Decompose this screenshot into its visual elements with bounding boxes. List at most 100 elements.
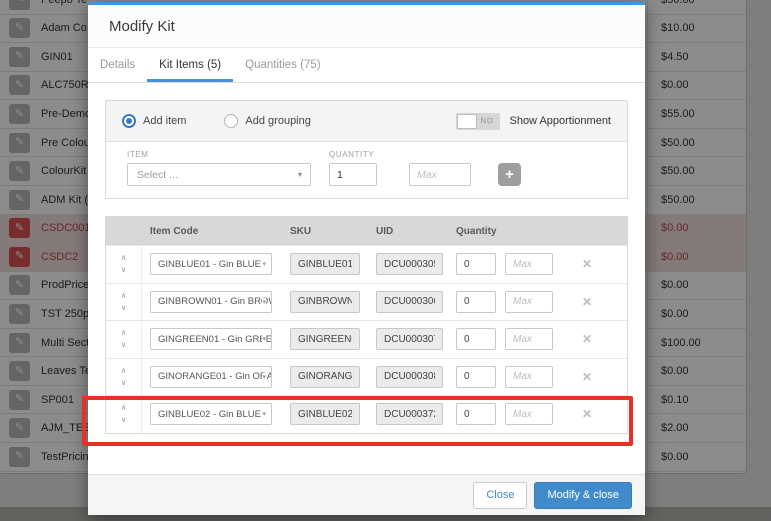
move-up-icon[interactable]: ∧ — [117, 252, 131, 264]
quantity-input[interactable] — [456, 328, 496, 351]
add-item-form: ITEM Select ... ▾ QUANTITY + — [106, 142, 627, 198]
max-input[interactable] — [505, 253, 553, 276]
plus-icon: + — [505, 166, 514, 183]
move-up-icon[interactable]: ∧ — [117, 327, 131, 339]
toggle-knob[interactable] — [457, 113, 478, 129]
remove-item-icon[interactable]: ✕ — [579, 332, 595, 346]
uid-input[interactable] — [376, 290, 443, 313]
item-code-select[interactable]: GINBLUE02 - Gin BLUE ▾ — [150, 403, 272, 426]
modify-kit-modal: Modify Kit Details Kit Items (5) Quantit… — [88, 2, 645, 515]
radio-add-item-label: Add item — [143, 115, 187, 127]
add-item-panel: Add item Add grouping NO Show Apportionm… — [105, 100, 628, 199]
screen: ✎ Peepo Te $50.00 ✎ Adam Co $10.00 ✎ GIN… — [0, 0, 771, 521]
close-button[interactable]: Close — [473, 481, 528, 509]
header-item-code: Item Code — [150, 225, 199, 237]
uid-input[interactable] — [376, 403, 443, 426]
item-code-select[interactable]: GINBROWN01 - Gin BROWN ▾ — [150, 290, 272, 313]
sku-input[interactable] — [290, 328, 360, 351]
item-code-select[interactable]: GINGREEN01 - Gin GREEN ▾ — [150, 328, 272, 351]
radio-add-grouping[interactable]: Add grouping — [224, 114, 311, 128]
sku-input[interactable] — [290, 365, 360, 388]
reorder-cell: ∧ ∨ — [106, 358, 142, 395]
header-quantity: Quantity — [456, 225, 497, 237]
max-input[interactable] — [505, 328, 553, 351]
sku-input[interactable] — [290, 253, 360, 276]
modal-header: Modify Kit — [88, 5, 645, 48]
item-code-select[interactable]: GINBLUE01 - Gin BLUE ▾ — [150, 253, 272, 276]
apportionment-toggle[interactable]: NO — [456, 112, 501, 130]
uid-input[interactable] — [376, 328, 443, 351]
kit-item-row: ∧ ∨ GINBROWN01 - Gin BROWN ▾ ✕ — [106, 282, 627, 320]
move-up-icon[interactable]: ∧ — [117, 365, 131, 377]
radio-selected-icon[interactable] — [122, 114, 136, 128]
quantity-input[interactable] — [456, 253, 496, 276]
reorder-cell: ∧ ∨ — [106, 283, 142, 320]
item-code-select[interactable]: GINORANGE01 - Gin ORA... ▾ — [150, 365, 272, 388]
modal-body: Add item Add grouping NO Show Apportionm… — [88, 83, 645, 451]
remove-item-icon[interactable]: ✕ — [579, 370, 595, 384]
kit-item-row: ∧ ∨ GINGREEN01 - Gin GREEN ▾ ✕ — [106, 320, 627, 358]
uid-input[interactable] — [376, 365, 443, 388]
uid-input[interactable] — [376, 253, 443, 276]
radio-unselected-icon[interactable] — [224, 114, 239, 128]
item-code-select-value: GINBLUE01 - Gin BLUE — [158, 258, 261, 270]
add-item-panel-header: Add item Add grouping NO Show Apportionm… — [106, 101, 627, 142]
reorder-cell: ∧ ∨ — [106, 321, 142, 358]
chevron-down-icon: ▾ — [262, 410, 266, 419]
kit-item-row: ∧ ∨ GINBLUE01 - Gin BLUE ▾ ✕ — [106, 245, 627, 283]
modal-footer: Close Modify & close — [88, 474, 645, 515]
kit-items-table-header: Item Code SKU UID Quantity — [106, 217, 627, 245]
item-code-select-value: GINBROWN01 - Gin BROWN — [158, 296, 272, 308]
item-code-select-value: GINBLUE02 - Gin BLUE — [158, 408, 261, 420]
radio-add-grouping-label: Add grouping — [245, 115, 311, 127]
apportionment-toggle-group: NO Show Apportionment — [456, 112, 611, 130]
quantity-input[interactable] — [456, 365, 496, 388]
header-sku: SKU — [290, 225, 312, 237]
max-input[interactable] — [505, 403, 553, 426]
chevron-down-icon: ▾ — [262, 372, 266, 381]
quantity-field[interactable] — [329, 163, 377, 186]
chevron-down-icon: ▾ — [262, 297, 266, 306]
kit-items-table: Item Code SKU UID Quantity ∧ ∨ GINBLUE01… — [105, 216, 628, 434]
move-down-icon[interactable]: ∨ — [117, 302, 131, 314]
tab-kit-items[interactable]: Kit Items (5) — [147, 48, 234, 82]
max-input[interactable] — [505, 365, 553, 388]
item-select[interactable]: Select ... ▾ — [127, 163, 311, 186]
move-up-icon[interactable]: ∧ — [117, 290, 131, 302]
kit-item-row: ∧ ∨ GINORANGE01 - Gin ORA... ▾ ✕ — [106, 357, 627, 395]
item-field-label: ITEM — [127, 150, 149, 159]
toggle-state-label: NO — [480, 116, 494, 126]
quantity-input[interactable] — [456, 403, 496, 426]
max-field[interactable] — [409, 163, 471, 186]
toggle-caption: Show Apportionment — [509, 115, 611, 127]
move-down-icon[interactable]: ∨ — [117, 339, 131, 351]
chevron-down-icon: ▾ — [297, 170, 302, 179]
tab-details[interactable]: Details — [88, 48, 147, 82]
modify-and-close-button[interactable]: Modify & close — [534, 481, 632, 509]
move-down-icon[interactable]: ∨ — [117, 377, 131, 389]
kit-items-rows: ∧ ∨ GINBLUE01 - Gin BLUE ▾ ✕ — [106, 245, 627, 433]
tab-quantities[interactable]: Quantities (75) — [233, 48, 332, 82]
reorder-cell: ∧ ∨ — [106, 246, 142, 283]
item-field-group: ITEM Select ... ▾ — [127, 150, 311, 186]
radio-add-item[interactable]: Add item — [122, 114, 186, 128]
remove-item-icon[interactable]: ✕ — [579, 295, 595, 309]
remove-item-icon[interactable]: ✕ — [579, 407, 595, 421]
header-uid: UID — [376, 225, 394, 237]
quantity-field-label: QUANTITY — [329, 150, 375, 159]
item-code-select-value: GINORANGE01 - Gin ORA... — [158, 371, 272, 383]
add-kit-item-button[interactable]: + — [498, 163, 521, 186]
sku-input[interactable] — [290, 403, 360, 426]
quantity-input[interactable] — [456, 290, 496, 313]
max-input[interactable] — [505, 290, 553, 313]
item-code-select-value: GINGREEN01 - Gin GREEN — [158, 333, 272, 345]
move-up-icon[interactable]: ∧ — [117, 402, 131, 414]
page-title: Modify Kit — [109, 18, 175, 35]
remove-item-icon[interactable]: ✕ — [579, 257, 595, 271]
modal-tabs: Details Kit Items (5) Quantities (75) — [88, 48, 645, 83]
sku-input[interactable] — [290, 290, 360, 313]
reorder-cell: ∧ ∨ — [106, 396, 142, 433]
quantity-field-group: QUANTITY — [329, 150, 377, 186]
move-down-icon[interactable]: ∨ — [117, 414, 131, 426]
move-down-icon[interactable]: ∨ — [117, 264, 131, 276]
